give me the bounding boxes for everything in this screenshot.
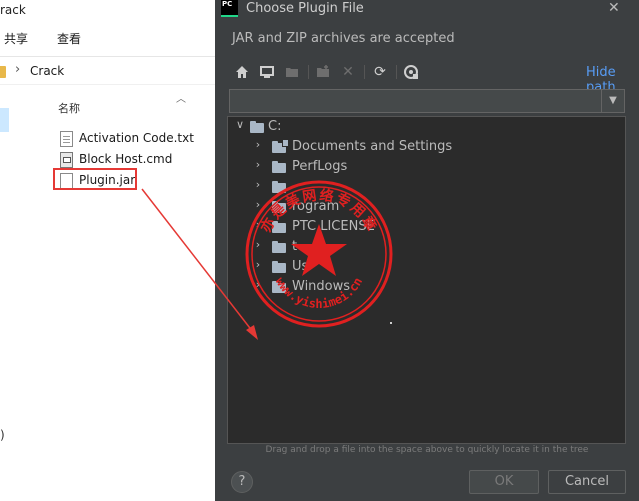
folder-icon xyxy=(272,139,289,153)
breadcrumb-crack[interactable]: Crack xyxy=(30,64,64,78)
home-icon[interactable] xyxy=(234,64,250,80)
chevron-right-icon[interactable]: › xyxy=(252,198,264,211)
folder-icon xyxy=(0,66,6,78)
file-item[interactable]: Activation Code.txt xyxy=(58,128,208,148)
cancel-button[interactable]: Cancel xyxy=(548,470,626,494)
tree-node[interactable]: › rogram xyxy=(252,197,552,217)
toolbar-separator xyxy=(308,65,309,79)
tree-node[interactable]: › PerfLogs xyxy=(252,157,552,177)
drive-icon xyxy=(250,121,264,133)
tree-node-label: Us xyxy=(292,259,309,274)
explorer-title-fragment: rack xyxy=(0,3,26,17)
close-icon[interactable]: ✕ xyxy=(608,0,620,16)
chevron-right-icon[interactable]: › xyxy=(252,238,264,251)
folder-icon xyxy=(272,261,286,273)
tree-node[interactable]: › Documents and Settings xyxy=(252,137,552,157)
navigation-pane: ) xyxy=(0,88,42,501)
chevron-right-icon[interactable]: › xyxy=(252,278,264,291)
chevron-down-icon[interactable]: ▼ xyxy=(601,90,624,112)
column-header-name[interactable]: 名称 xyxy=(58,100,80,116)
highlight-box xyxy=(53,168,137,190)
text-file-icon xyxy=(60,131,73,147)
pycharm-logo-icon: PC xyxy=(221,0,238,17)
tree-node-label: Documents and Settings xyxy=(292,139,453,154)
file-explorer-window: rack 共享 查看 › Crack ) ︿ 名称 Activation Cod… xyxy=(0,0,220,501)
desktop-icon[interactable] xyxy=(259,64,275,80)
tree-node[interactable]: › PTC LICENSE xyxy=(252,217,552,237)
ok-button[interactable]: OK xyxy=(469,470,539,494)
path-input[interactable] xyxy=(230,90,600,112)
chevron-right-icon[interactable]: › xyxy=(252,158,264,171)
tree-node-label: Windows xyxy=(292,279,351,294)
folder-icon xyxy=(272,201,286,213)
folder-icon xyxy=(272,221,286,233)
toolbar-separator xyxy=(364,65,365,79)
refresh-icon[interactable]: ⟳ xyxy=(372,64,388,80)
explorer-ribbon: 共享 查看 xyxy=(0,26,220,50)
nav-selected-item[interactable] xyxy=(0,108,9,132)
path-combobox[interactable]: ▼ xyxy=(229,89,625,113)
tree-node[interactable]: › Windows xyxy=(252,277,552,297)
nav-item-fragment[interactable]: ) xyxy=(0,428,5,442)
tree-node-label: PerfLogs xyxy=(292,159,348,174)
tree-node[interactable]: › xyxy=(252,177,552,197)
tree-node-label: rogram xyxy=(292,199,340,214)
dialog-title: Choose Plugin File xyxy=(246,1,364,16)
chevron-right-icon: › xyxy=(15,62,21,77)
project-folder-icon[interactable] xyxy=(284,64,300,80)
folder-icon xyxy=(272,181,286,193)
chevron-right-icon[interactable]: › xyxy=(252,218,264,231)
dialog-description: JAR and ZIP archives are accepted xyxy=(232,31,455,46)
toolbar-separator xyxy=(396,65,397,79)
chevron-right-icon[interactable]: › xyxy=(252,178,264,191)
tree-node[interactable]: › Us xyxy=(252,257,552,277)
tree-node-root[interactable]: ∨ C: xyxy=(234,117,534,137)
tree-node-label: PTC LICENSE xyxy=(292,219,375,234)
folder-icon xyxy=(272,281,286,293)
file-tree[interactable]: ∨ C: › Documents and Settings › PerfLogs… xyxy=(227,116,626,444)
tree-node[interactable]: › t xyxy=(252,237,552,257)
ribbon-tab-view[interactable]: 查看 xyxy=(57,30,81,47)
file-name: Block Host.cmd xyxy=(79,152,173,166)
new-folder-icon[interactable] xyxy=(315,64,331,80)
help-button[interactable]: ? xyxy=(231,471,253,493)
folder-icon xyxy=(272,161,286,173)
choose-plugin-file-dialog: PC Choose Plugin File ✕ JAR and ZIP arch… xyxy=(215,0,639,501)
cmd-file-icon xyxy=(60,152,73,168)
address-bar[interactable]: › Crack xyxy=(0,60,220,85)
ribbon-tab-share[interactable]: 共享 xyxy=(4,30,28,47)
file-name: Activation Code.txt xyxy=(79,131,194,145)
chevron-down-icon[interactable]: ∨ xyxy=(234,118,246,131)
ribbon-divider xyxy=(0,56,220,57)
chevron-right-icon[interactable]: › xyxy=(252,258,264,271)
folder-icon xyxy=(272,241,286,253)
tree-node-label: t xyxy=(292,239,298,254)
file-chooser-toolbar: ✕ ⟳ Hide path xyxy=(232,62,632,95)
sort-up-icon[interactable]: ︿ xyxy=(176,90,186,105)
delete-icon[interactable]: ✕ xyxy=(340,64,356,80)
show-hidden-icon[interactable] xyxy=(403,64,419,80)
file-item[interactable]: Block Host.cmd xyxy=(58,149,208,169)
cursor-speck xyxy=(390,322,392,324)
chevron-right-icon[interactable]: › xyxy=(252,138,264,151)
drop-hint: Drag and drop a file into the space abov… xyxy=(265,445,589,455)
tree-node-label: C: xyxy=(268,119,282,134)
dialog-titlebar[interactable]: PC Choose Plugin File ✕ xyxy=(215,0,639,20)
